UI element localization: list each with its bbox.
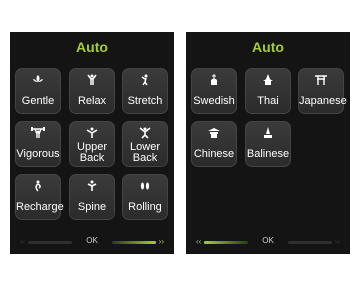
tile-relax[interactable]: Relax: [69, 68, 115, 114]
tile-recharge[interactable]: Recharge: [15, 174, 64, 220]
progress-track-right: [288, 241, 332, 244]
upper-back-icon: [70, 127, 114, 139]
tile-gentle[interactable]: Gentle: [15, 68, 61, 114]
tile-spine[interactable]: Spine: [69, 174, 115, 220]
tile-stretch[interactable]: Stretch: [122, 68, 168, 114]
person-arms-up-icon: [70, 74, 114, 86]
tile-lower-back[interactable]: Lower Back: [122, 121, 168, 167]
tile-vigorous[interactable]: Vigorous: [15, 121, 61, 167]
person-stretch-icon: [123, 74, 167, 86]
tile-chinese[interactable]: Chinese: [191, 121, 237, 167]
lotus-icon: [16, 74, 60, 84]
pagoda-icon: [192, 127, 236, 139]
person-recharge-icon: [16, 180, 60, 192]
tile-swedish[interactable]: Swedish: [191, 68, 237, 114]
screen-title: Auto: [76, 39, 108, 55]
feet-icon: [123, 180, 167, 192]
auto-mode-screen: Auto Swedish Thai Japanese Chinese Balin…: [186, 32, 350, 254]
chevron-right-icon: ››: [334, 237, 340, 246]
church-icon: [192, 74, 236, 86]
chevron-right-icon: ››: [158, 237, 164, 246]
screen-title: Auto: [252, 39, 284, 55]
tile-balinese[interactable]: Balinese: [245, 121, 291, 167]
ok-bar[interactable]: ‹‹ OK ››: [196, 236, 340, 247]
spine-icon: [70, 180, 114, 192]
tile-rolling[interactable]: Rolling: [122, 174, 168, 220]
ok-bar[interactable]: ‹‹ OK ››: [20, 236, 164, 247]
thai-temple-icon: [246, 74, 290, 86]
progress-track-right: [112, 241, 156, 244]
weightlifter-icon: [16, 127, 60, 139]
tile-japanese[interactable]: Japanese: [298, 68, 347, 114]
lower-back-icon: [123, 127, 167, 139]
auto-mode-screen: Auto Gentle Relax Stretch Vigorous Upper…: [10, 32, 174, 254]
bali-shrine-icon: [246, 127, 290, 139]
tile-thai[interactable]: Thai: [245, 68, 291, 114]
torii-gate-icon: [299, 74, 343, 86]
tile-upper-back[interactable]: Upper Back: [69, 121, 115, 167]
